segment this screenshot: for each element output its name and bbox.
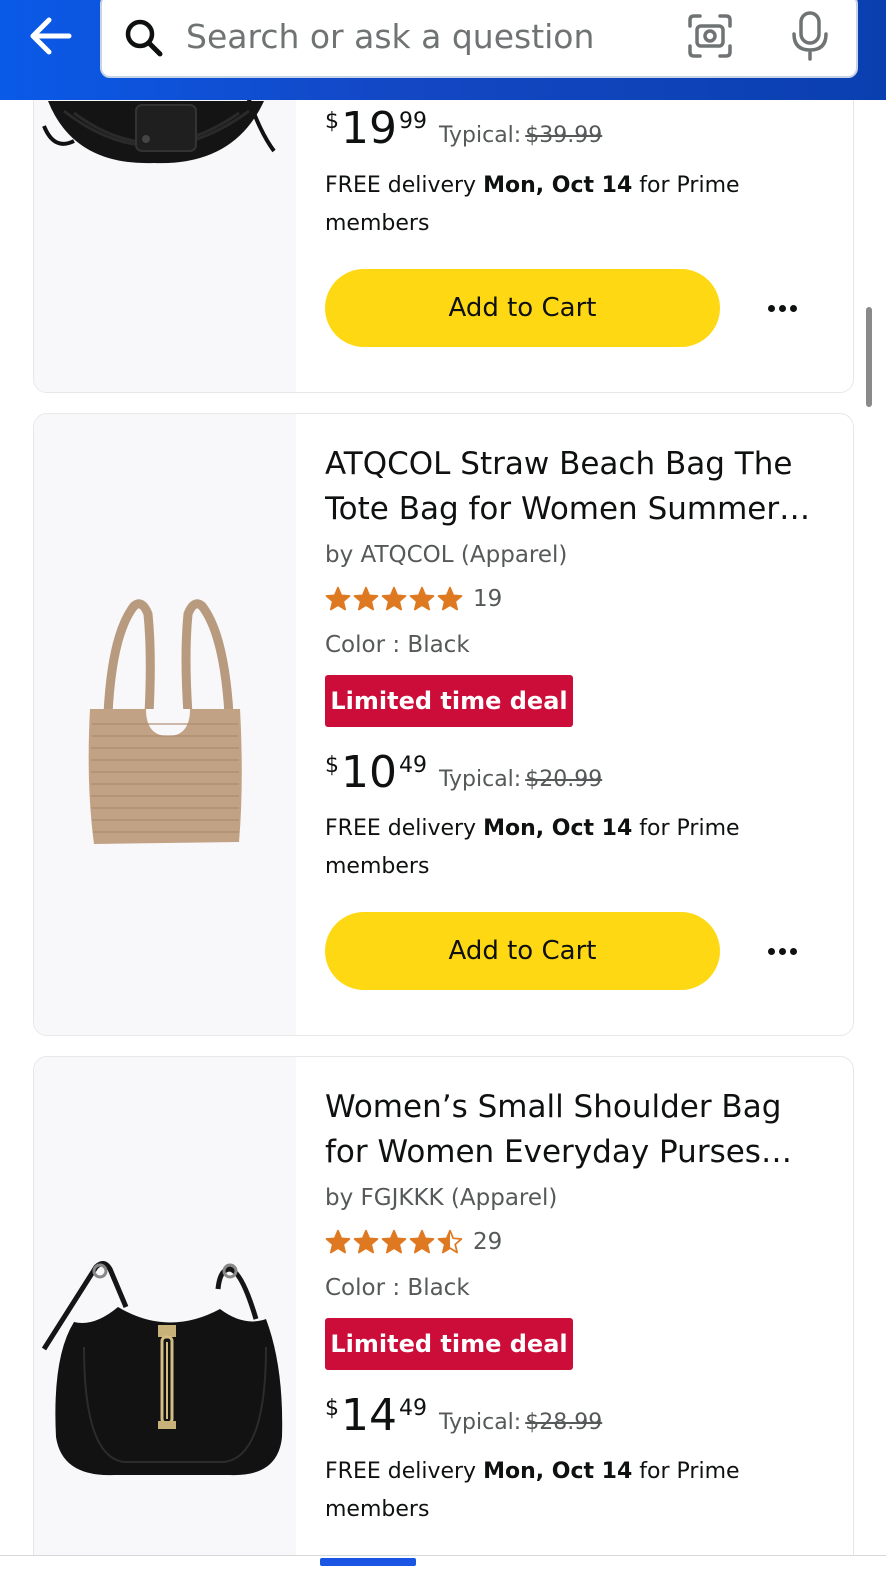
delivery-text: FREE delivery xyxy=(325,173,484,198)
delivery-date: Mon, Oct 14 xyxy=(483,1459,633,1484)
rating-count: 19 xyxy=(473,586,503,612)
black-shoulder-bag-image xyxy=(41,1261,283,1476)
deal-badge: Limited time deal xyxy=(325,1318,573,1370)
delivery-info: FREE delivery Mon, Oct 14 for Prime memb… xyxy=(325,810,805,886)
delivery-text: FREE delivery xyxy=(325,816,484,841)
typical-value: $39.99 xyxy=(525,123,603,148)
deal-badge: Limited time deal xyxy=(325,675,573,727)
title-line: ATQCOL Straw Beach Bag The xyxy=(325,446,793,482)
color-option: Color : Black xyxy=(325,632,470,658)
price-fraction: 49 xyxy=(399,753,427,778)
price-symbol: $ xyxy=(325,109,339,134)
search-input[interactable] xyxy=(186,10,666,62)
active-tab-indicator xyxy=(320,1558,416,1566)
price-whole: 10 xyxy=(341,747,397,798)
title-line: Tote Bag for Women Summer… xyxy=(325,491,811,527)
star-full-icon xyxy=(437,586,463,611)
typical-price: Typical: $20.99 xyxy=(439,767,602,793)
star-full-icon xyxy=(409,586,435,611)
top-search-header xyxy=(0,0,886,100)
price-fraction: 99 xyxy=(399,109,427,134)
price: $ 14 49 Typical: $28.99 xyxy=(325,1394,602,1444)
add-to-cart-button[interactable]: Add to Cart xyxy=(325,269,720,347)
product-image[interactable] xyxy=(34,414,296,1035)
rating[interactable]: 19 xyxy=(325,584,502,614)
star-rating xyxy=(325,1229,463,1255)
rating-count: 29 xyxy=(473,1229,503,1255)
delivery-info: FREE delivery Mon, Oct 14 for Prime memb… xyxy=(325,1453,805,1529)
star-full-icon xyxy=(353,1229,379,1254)
typical-price: Typical: $28.99 xyxy=(439,1410,602,1436)
product-image[interactable] xyxy=(34,1057,296,1579)
delivery-info: FREE delivery Mon, Oct 14 for Prime memb… xyxy=(325,167,805,243)
back-arrow-icon xyxy=(30,17,72,55)
star-full-icon xyxy=(353,586,379,611)
typical-value: $28.99 xyxy=(525,1410,603,1435)
price: $ 19 99 Typical: $39.99 xyxy=(325,107,602,157)
product-title[interactable]: Women’s Small Shoulder Bag for Women Eve… xyxy=(325,1085,825,1175)
price-whole: 14 xyxy=(341,1390,397,1441)
bottom-navigation-bar xyxy=(0,1555,886,1579)
typical-value: $20.99 xyxy=(525,767,603,792)
star-full-icon xyxy=(325,1229,351,1254)
search-box[interactable] xyxy=(100,0,858,78)
star-rating xyxy=(325,586,463,612)
star-half-icon xyxy=(437,1229,463,1254)
delivery-date: Mon, Oct 14 xyxy=(483,816,633,841)
price-symbol: $ xyxy=(325,753,339,778)
color-option: Color : Black xyxy=(325,1275,470,1301)
typical-label: Typical: xyxy=(439,123,522,148)
star-full-icon xyxy=(409,1229,435,1254)
delivery-date: Mon, Oct 14 xyxy=(483,173,633,198)
price: $ 10 49 Typical: $20.99 xyxy=(325,751,602,801)
scrollbar[interactable] xyxy=(866,307,872,407)
title-line: Women’s Small Shoulder Bag xyxy=(325,1089,782,1125)
typical-price: Typical: $39.99 xyxy=(439,123,602,149)
product-card[interactable]: Women’s Small Shoulder Bag for Women Eve… xyxy=(33,1056,854,1579)
search-icon xyxy=(125,19,163,57)
price-fraction: 49 xyxy=(399,1396,427,1421)
title-line: for Women Everyday Purses… xyxy=(325,1134,792,1170)
more-options-icon[interactable] xyxy=(757,936,807,966)
brand[interactable]: by FGJKKK (Apparel) xyxy=(325,1185,557,1211)
product-title[interactable]: ATQCOL Straw Beach Bag The Tote Bag for … xyxy=(325,442,825,532)
product-card[interactable]: ATQCOL Straw Beach Bag The Tote Bag for … xyxy=(33,413,854,1036)
microphone-icon[interactable] xyxy=(788,10,832,62)
delivery-text: FREE delivery xyxy=(325,1459,484,1484)
star-full-icon xyxy=(381,586,407,611)
price-symbol: $ xyxy=(325,1396,339,1421)
star-full-icon xyxy=(325,586,351,611)
add-to-cart-button[interactable]: Add to Cart xyxy=(325,912,720,990)
camera-scan-icon[interactable] xyxy=(686,12,734,60)
more-options-icon[interactable] xyxy=(757,293,807,323)
typical-label: Typical: xyxy=(439,767,522,792)
straw-tote-bag-image xyxy=(88,599,242,844)
typical-label: Typical: xyxy=(439,1410,522,1435)
star-full-icon xyxy=(381,1229,407,1254)
brand[interactable]: by ATQCOL (Apparel) xyxy=(325,542,567,568)
back-button[interactable] xyxy=(22,8,78,64)
rating[interactable]: 29 xyxy=(325,1227,502,1257)
price-whole: 19 xyxy=(341,103,397,154)
